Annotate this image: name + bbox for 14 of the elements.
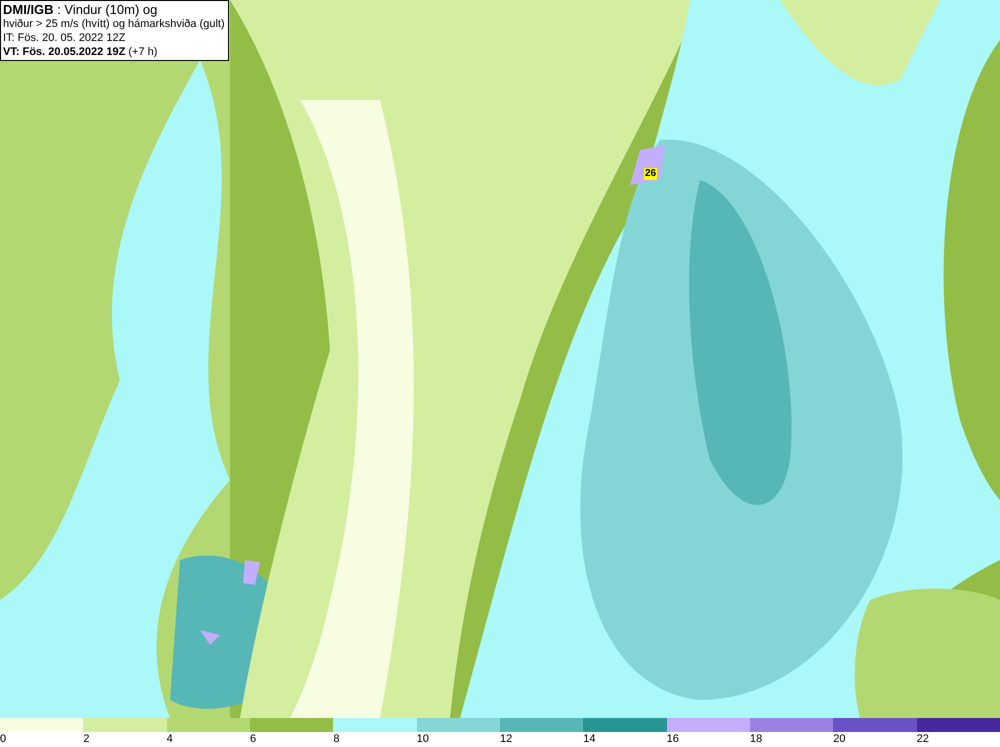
gust-label: 26: [644, 168, 658, 180]
legend-label: 16: [666, 732, 679, 746]
legend-label: 6: [250, 732, 256, 746]
legend-label: 0: [0, 732, 6, 746]
legend-label: 4: [166, 732, 173, 746]
legend-label: 8: [333, 732, 340, 746]
legend-label: 22: [916, 732, 929, 746]
legend-label: 12: [500, 732, 512, 746]
map-header: DMI/IGB : Vindur (10m) og hviður > 25 m/s (hvítt) og hámarkshviða (gult) IT: Fös. 20. 05. 2022 12Z VT: Fös. 20.05.2022 19Z (+7 h): [0, 0, 229, 61]
legend-label: 2: [83, 732, 90, 746]
legend-label: 10: [416, 732, 429, 746]
legend-label: 14: [583, 732, 596, 746]
legend-label: 18: [750, 732, 762, 746]
legend-label: 20: [833, 732, 846, 746]
